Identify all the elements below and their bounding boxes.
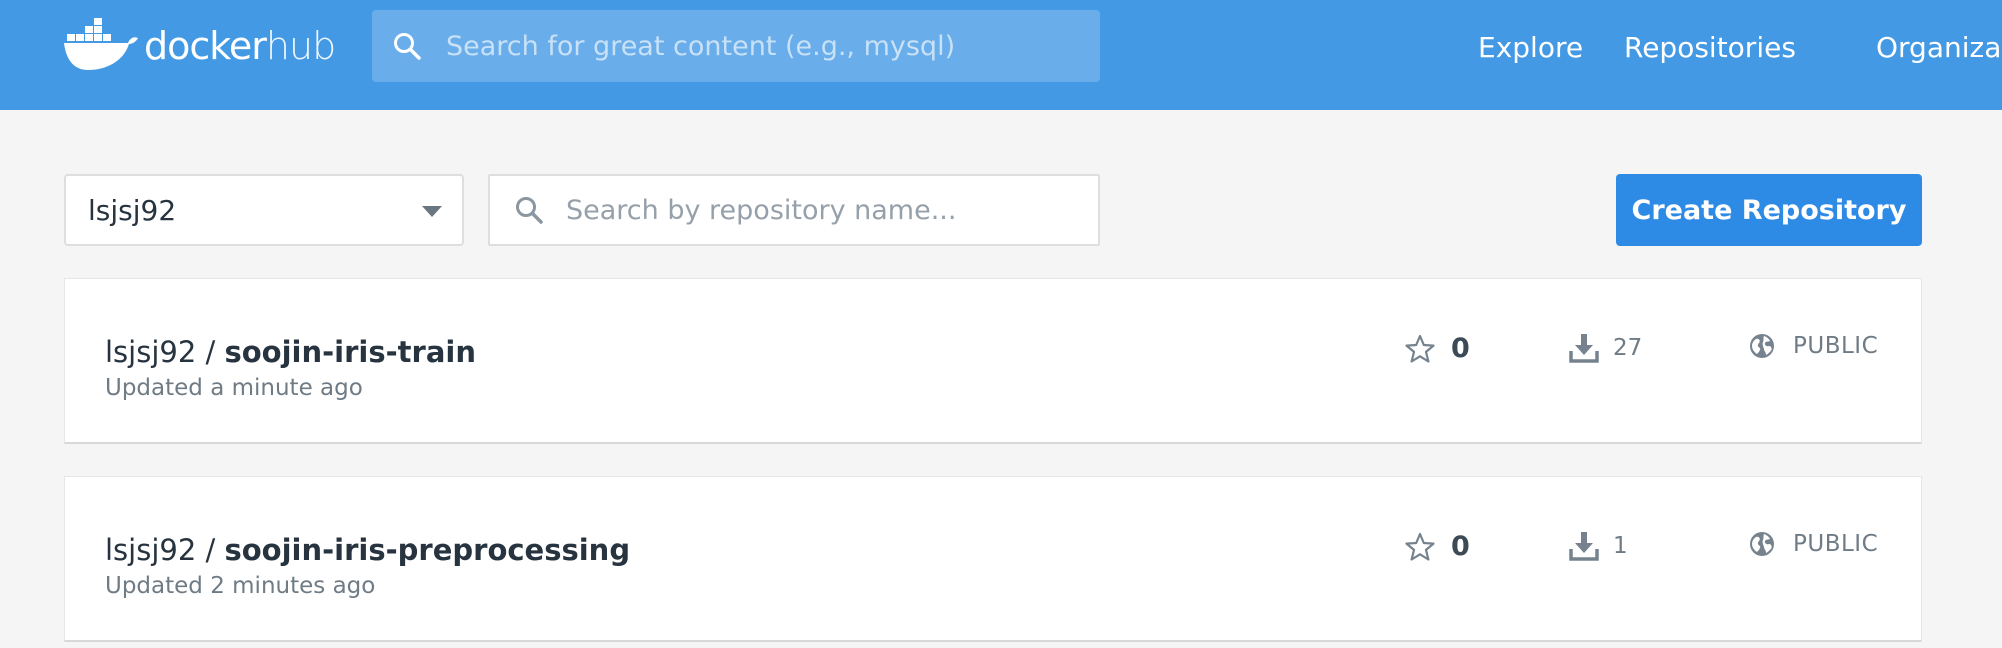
- docker-whale-icon: [64, 18, 138, 70]
- repository-owner: lsjsj92 /: [105, 533, 225, 567]
- owner-select[interactable]: lsjsj92: [64, 174, 464, 246]
- repository-visibility: PUBLIC: [1749, 531, 1878, 557]
- star-icon: [1405, 334, 1435, 363]
- repository-card[interactable]: lsjsj92 / soojin-iris-preprocessing Upda…: [64, 476, 1922, 642]
- repository-stars: 0: [1405, 531, 1470, 562]
- download-icon: [1569, 532, 1599, 561]
- repo-search-input[interactable]: [564, 190, 1084, 230]
- repo-search-bar[interactable]: [488, 174, 1100, 246]
- global-search-input[interactable]: [444, 26, 1064, 66]
- repository-name: soojin-iris-preprocessing: [224, 533, 631, 567]
- repository-title[interactable]: lsjsj92 / soojin-iris-train: [105, 335, 476, 369]
- docker-hub-logo[interactable]: dockerhub: [62, 18, 342, 74]
- repository-pulls: 27: [1569, 333, 1642, 363]
- stars-count: 0: [1451, 333, 1470, 364]
- search-icon: [516, 197, 543, 224]
- repository-pulls: 1: [1569, 531, 1628, 561]
- repository-updated: Updated 2 minutes ago: [105, 573, 376, 599]
- logo-text-hub: hub: [265, 24, 336, 68]
- repository-card[interactable]: lsjsj92 / soojin-iris-train Updated a mi…: [64, 278, 1922, 444]
- globe-icon: [1750, 334, 1774, 358]
- repository-owner: lsjsj92 /: [105, 335, 225, 369]
- repository-visibility: PUBLIC: [1749, 333, 1878, 359]
- global-search-bar[interactable]: [372, 10, 1100, 82]
- logo-wordmark: dockerhub: [144, 18, 336, 74]
- owner-select-value: lsjsj92: [88, 193, 177, 227]
- download-icon: [1569, 334, 1599, 363]
- pulls-count: 27: [1613, 335, 1643, 361]
- stars-count: 0: [1451, 531, 1470, 562]
- globe-icon: [1750, 532, 1774, 556]
- logo-text-docker: docker: [144, 24, 267, 68]
- repository-title[interactable]: lsjsj92 / soojin-iris-preprocessing: [105, 533, 630, 567]
- repository-name: soojin-iris-train: [224, 335, 476, 369]
- caret-down-icon: [422, 206, 442, 217]
- visibility-label: PUBLIC: [1793, 333, 1879, 359]
- star-icon: [1405, 532, 1435, 561]
- nav-repositories[interactable]: Repositories: [1624, 28, 1796, 68]
- create-repository-button[interactable]: Create Repository: [1616, 174, 1922, 246]
- repository-updated: Updated a minute ago: [105, 375, 363, 401]
- nav-explore[interactable]: Explore: [1478, 28, 1583, 68]
- visibility-label: PUBLIC: [1793, 531, 1879, 557]
- repository-stars: 0: [1405, 333, 1470, 364]
- search-icon: [394, 33, 421, 60]
- nav-organizations[interactable]: Organizat: [1876, 28, 2002, 68]
- pulls-count: 1: [1613, 533, 1628, 559]
- top-navbar: dockerhub Explore Repositories Organizat: [0, 0, 2002, 110]
